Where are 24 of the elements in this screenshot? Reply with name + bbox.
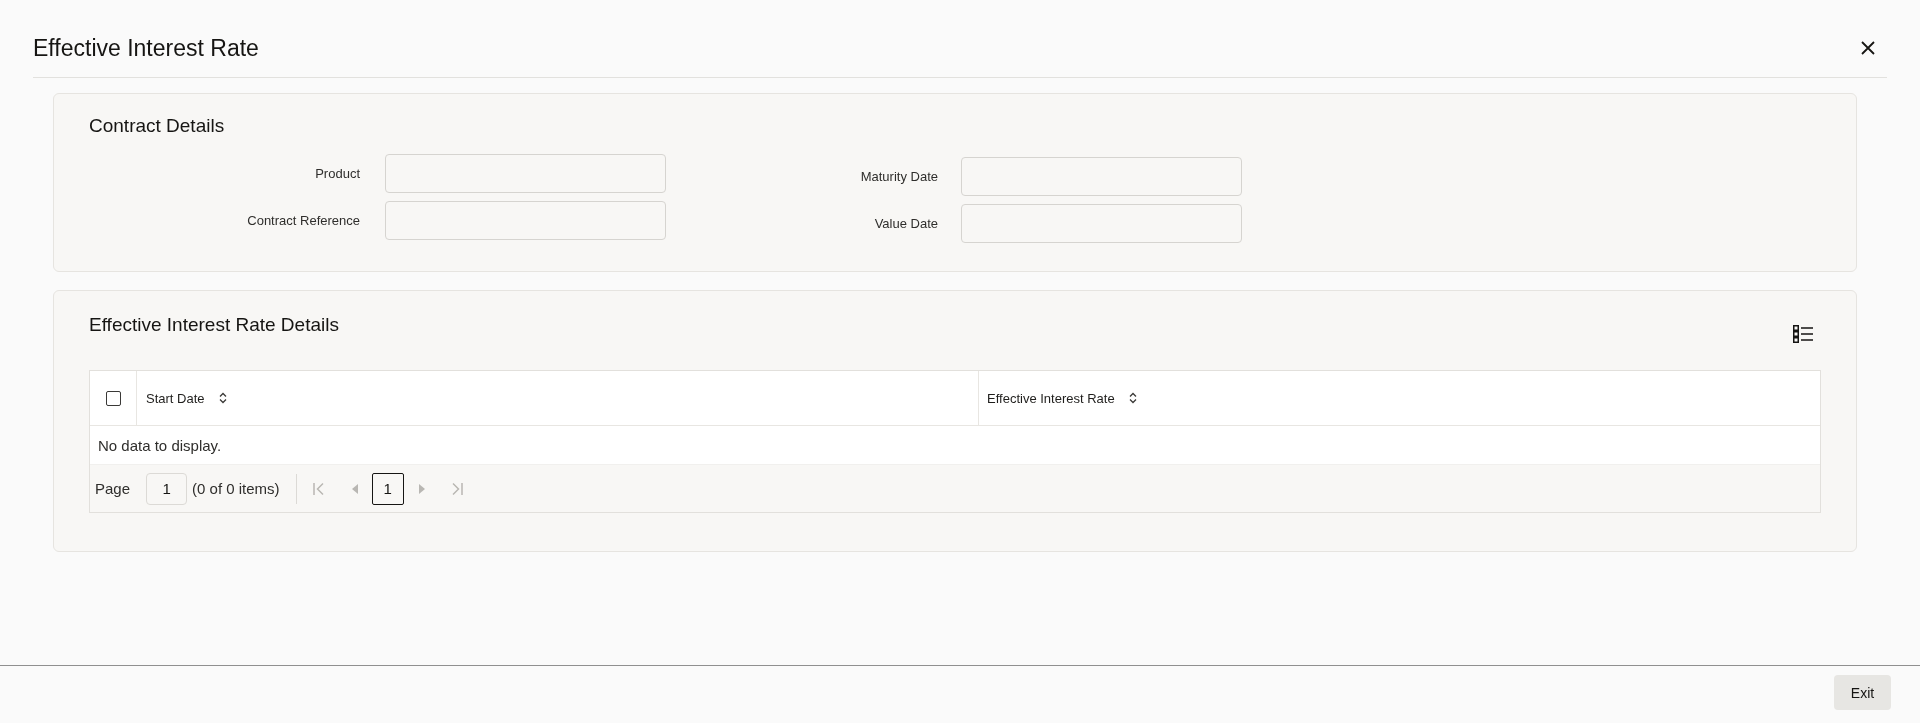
window-title: Effective Interest Rate — [33, 34, 259, 62]
close-icon[interactable] — [1861, 41, 1875, 55]
input-field[interactable] — [961, 157, 1242, 196]
page-input-field[interactable]: 1 — [146, 472, 188, 505]
field-label: Product — [314, 166, 360, 181]
field-label: Value Date — [873, 216, 938, 231]
input-field[interactable] — [385, 201, 666, 240]
exit-button[interactable]: Exit — [1834, 675, 1891, 710]
list-view-icon[interactable] — [1793, 325, 1813, 343]
page-button[interactable]: 1 — [371, 472, 404, 505]
column-header: Start Date — [146, 390, 205, 406]
page-label: Page — [95, 480, 131, 497]
section-title: Contract Details — [89, 114, 226, 138]
field-label: Maturity Date — [859, 169, 938, 184]
items-count: (0 of 0 items) — [192, 480, 280, 497]
sort-icon[interactable] — [1128, 392, 1137, 404]
column-header: Effective Interest Rate — [987, 390, 1115, 406]
field-label: Contract Reference — [246, 213, 360, 228]
select-all-checkbox[interactable] — [105, 390, 121, 406]
sort-icon[interactable] — [218, 392, 227, 404]
section-title: Effective Interest Rate Details — [89, 313, 339, 337]
empty-message: No data to display. — [98, 436, 222, 454]
input-field[interactable] — [385, 154, 666, 193]
input-field[interactable] — [961, 204, 1242, 243]
